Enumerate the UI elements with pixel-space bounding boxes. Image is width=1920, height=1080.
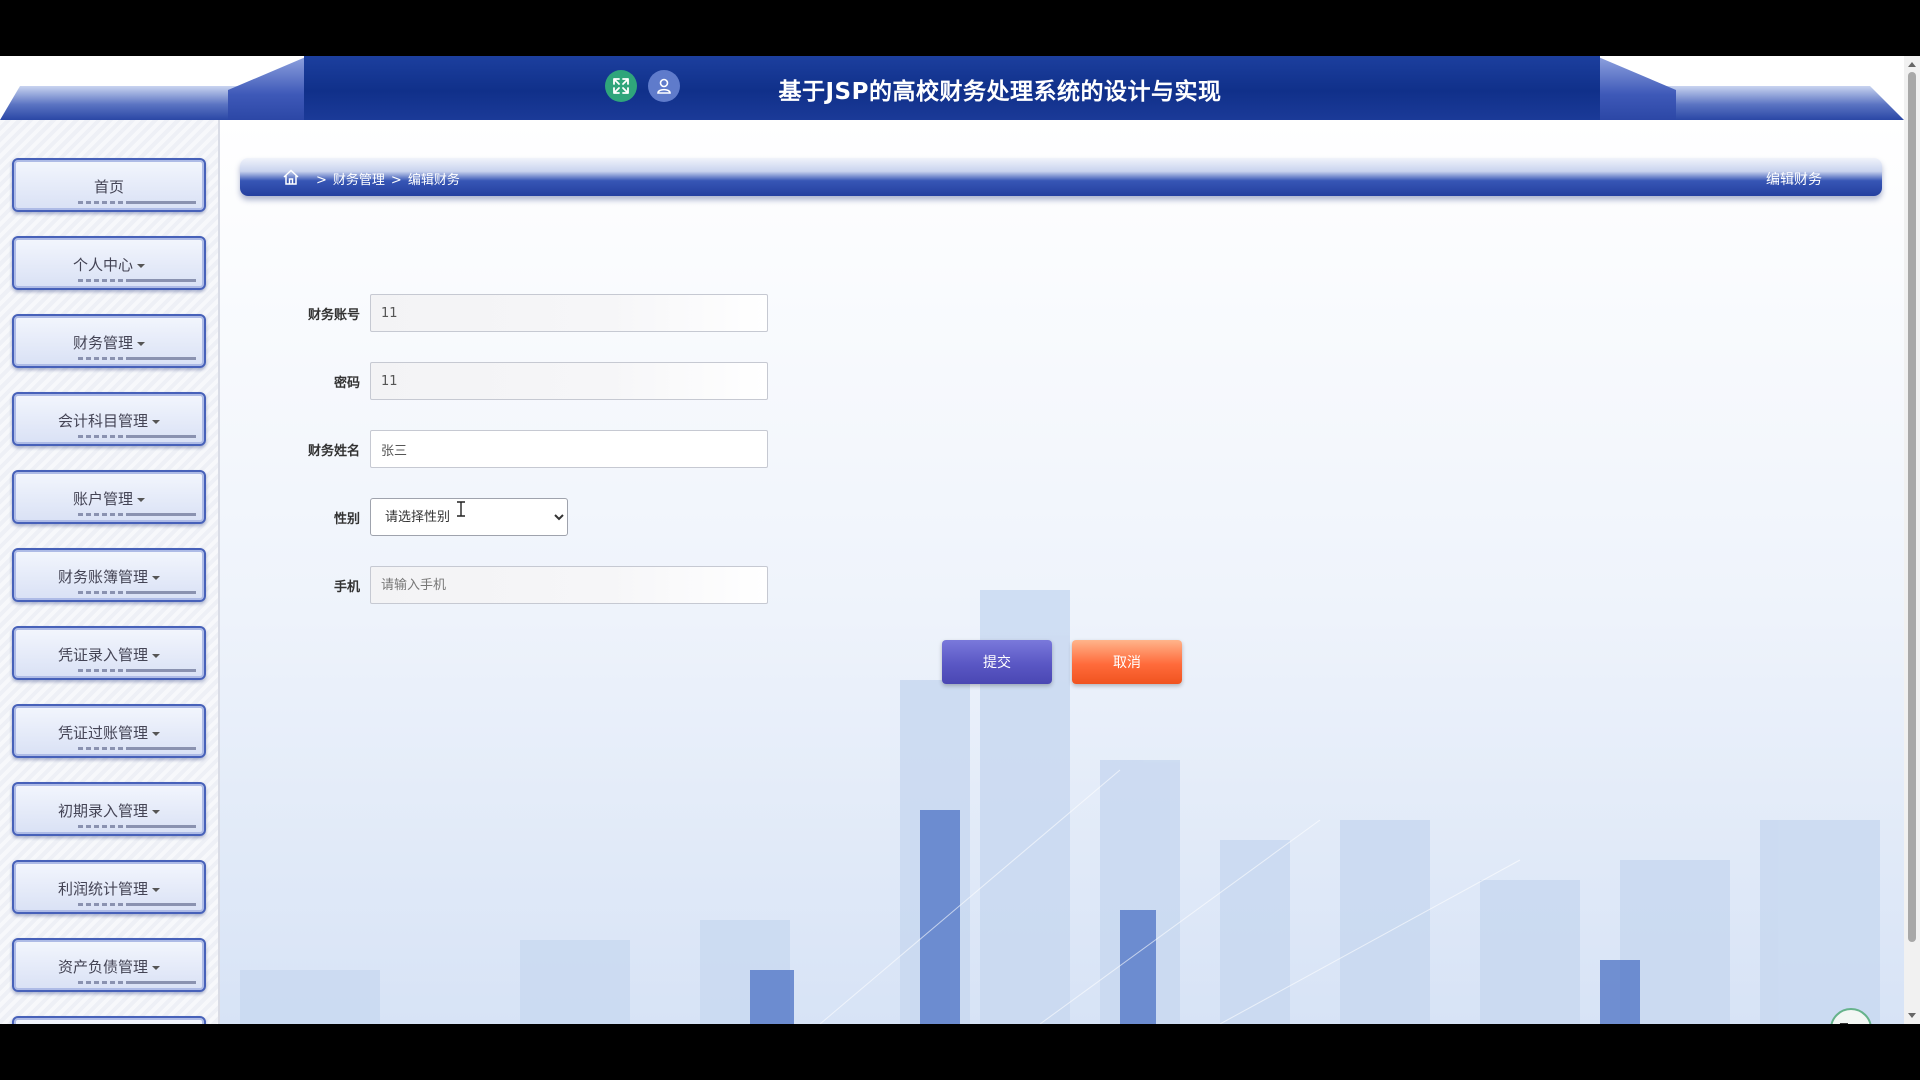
sidebar-item-accounts[interactable]: 账户管理 bbox=[12, 470, 206, 524]
sidebar-item-text: 首页 bbox=[93, 178, 124, 196]
page-title: 编辑财务 bbox=[1766, 172, 1822, 188]
caret-down-icon bbox=[152, 419, 160, 424]
expand-arrows-icon bbox=[613, 78, 629, 94]
sidebar-item-voucher-posting[interactable]: 凭证过账管理 bbox=[12, 704, 206, 758]
caret-down-icon bbox=[152, 731, 160, 736]
account-input[interactable] bbox=[370, 294, 768, 332]
sidebar-item-label: 凭证录入管理 bbox=[14, 644, 204, 665]
sidebar-item-label: 利润统计管理 bbox=[14, 878, 204, 899]
nav-decoration bbox=[78, 747, 196, 750]
caret-down-icon bbox=[137, 263, 145, 268]
expand-button[interactable] bbox=[605, 70, 637, 102]
home-icon[interactable] bbox=[282, 168, 300, 186]
sidebar-item-label: 资产负债管理 bbox=[14, 956, 204, 977]
caret-down-icon bbox=[152, 887, 160, 892]
gender-select[interactable]: 请选择性别 bbox=[370, 498, 568, 536]
breadcrumb-item-edit-finance: 编辑财务 bbox=[407, 173, 460, 188]
sidebar-item-text: 个人中心 bbox=[72, 256, 133, 274]
breadcrumb-bar: > 财务管理 > 编辑财务 编辑财务 bbox=[240, 158, 1882, 196]
password-label: 密码 bbox=[333, 376, 360, 391]
nav-decoration bbox=[78, 435, 196, 438]
account-label: 财务账号 bbox=[307, 308, 360, 323]
sidebar-item-partial[interactable] bbox=[12, 1016, 206, 1024]
nav-decoration bbox=[78, 591, 196, 594]
sidebar-item-ledgers[interactable]: 财务账簿管理 bbox=[12, 548, 206, 602]
sidebar-item-label: 个人中心 bbox=[14, 254, 204, 275]
sidebar-item-text: 账户管理 bbox=[72, 490, 133, 508]
caret-down-icon bbox=[137, 341, 145, 346]
sidebar-item-label: 首页 bbox=[14, 176, 204, 197]
sidebar-item-label: 凭证过账管理 bbox=[14, 722, 204, 743]
name-label: 财务姓名 bbox=[307, 444, 360, 459]
sidebar-item-label: 会计科目管理 bbox=[14, 410, 204, 431]
sidebar-item-text: 利润统计管理 bbox=[57, 880, 148, 898]
scroll-up-icon[interactable] bbox=[1908, 62, 1916, 67]
sidebar-item-text: 资产负债管理 bbox=[57, 958, 148, 976]
header-tab-left bbox=[228, 56, 308, 120]
sidebar: 首页 个人中心 财务管理 会计科目管理 账户管理 财务账簿管理 凭证录入管理 凭… bbox=[0, 120, 220, 1024]
text-cursor-icon bbox=[457, 501, 465, 517]
breadcrumb-separator: > bbox=[316, 173, 327, 188]
sidebar-item-text: 初期录入管理 bbox=[57, 802, 148, 820]
sidebar-item-text: 凭证过账管理 bbox=[57, 724, 148, 742]
sidebar-item-text: 凭证录入管理 bbox=[57, 646, 148, 664]
scroll-down-icon[interactable] bbox=[1908, 1013, 1916, 1018]
header-wing-right bbox=[1664, 86, 1904, 120]
nav-decoration bbox=[78, 279, 196, 282]
sidebar-item-finance[interactable]: 财务管理 bbox=[12, 314, 206, 368]
phone-input[interactable] bbox=[370, 566, 768, 604]
sidebar-item-accounting-subjects[interactable]: 会计科目管理 bbox=[12, 392, 206, 446]
nav-decoration bbox=[78, 513, 196, 516]
app-window: 基于JSP的高校财务处理系统的设计与实现 首页 个人中心 财务管理 会计科目管理… bbox=[0, 56, 1920, 1024]
header-wing-left bbox=[0, 86, 240, 120]
sidebar-item-voucher-entry[interactable]: 凭证录入管理 bbox=[12, 626, 206, 680]
breadcrumb-item-finance[interactable]: 财务管理 bbox=[333, 173, 385, 188]
nav-decoration bbox=[78, 825, 196, 828]
sidebar-item-personal-center[interactable]: 个人中心 bbox=[12, 236, 206, 290]
scroll-thumb[interactable] bbox=[1908, 72, 1916, 942]
phone-label: 手机 bbox=[333, 580, 360, 595]
sidebar-item-label: 财务账簿管理 bbox=[14, 566, 204, 587]
sidebar-item-initial-entry[interactable]: 初期录入管理 bbox=[12, 782, 206, 836]
sidebar-item-label: 财务管理 bbox=[14, 332, 204, 353]
sidebar-item-text: 会计科目管理 bbox=[57, 412, 148, 430]
caret-down-icon bbox=[152, 653, 160, 658]
vertical-scrollbar[interactable] bbox=[1904, 56, 1920, 1024]
user-button[interactable] bbox=[648, 70, 680, 102]
name-input[interactable] bbox=[370, 430, 768, 468]
caret-down-icon bbox=[152, 965, 160, 970]
header-tab-right bbox=[1596, 56, 1676, 120]
breadcrumb: > 财务管理 > 编辑财务 bbox=[310, 169, 460, 188]
sidebar-item-label: 初期录入管理 bbox=[14, 800, 204, 821]
gender-label: 性别 bbox=[333, 512, 360, 527]
submit-button[interactable]: 提交 bbox=[942, 640, 1052, 684]
nav-decoration bbox=[78, 981, 196, 984]
sidebar-item-label: 账户管理 bbox=[14, 488, 204, 509]
password-input[interactable] bbox=[370, 362, 768, 400]
breadcrumb-separator: > bbox=[390, 173, 402, 188]
nav-decoration bbox=[78, 903, 196, 906]
caret-down-icon bbox=[137, 497, 145, 502]
nav-decoration bbox=[78, 201, 196, 204]
nav-decoration bbox=[78, 669, 196, 672]
main-content: > 财务管理 > 编辑财务 编辑财务 财务账号 密码 财务姓名 性别 请选择性别 手机… bbox=[220, 120, 1904, 1024]
sidebar-item-home[interactable]: 首页 bbox=[12, 158, 206, 212]
user-icon bbox=[657, 78, 671, 94]
sidebar-item-text: 财务账簿管理 bbox=[57, 568, 148, 586]
caret-down-icon bbox=[152, 809, 160, 814]
cancel-button[interactable]: 取消 bbox=[1072, 640, 1182, 684]
sidebar-item-profit-stats[interactable]: 利润统计管理 bbox=[12, 860, 206, 914]
sidebar-item-assets-liabilities[interactable]: 资产负债管理 bbox=[12, 938, 206, 992]
app-title: 基于JSP的高校财务处理系统的设计与实现 bbox=[778, 79, 1222, 105]
nav-decoration bbox=[78, 357, 196, 360]
app-header: 基于JSP的高校财务处理系统的设计与实现 bbox=[0, 56, 1904, 120]
caret-down-icon bbox=[152, 575, 160, 580]
sidebar-item-text: 财务管理 bbox=[72, 334, 133, 352]
